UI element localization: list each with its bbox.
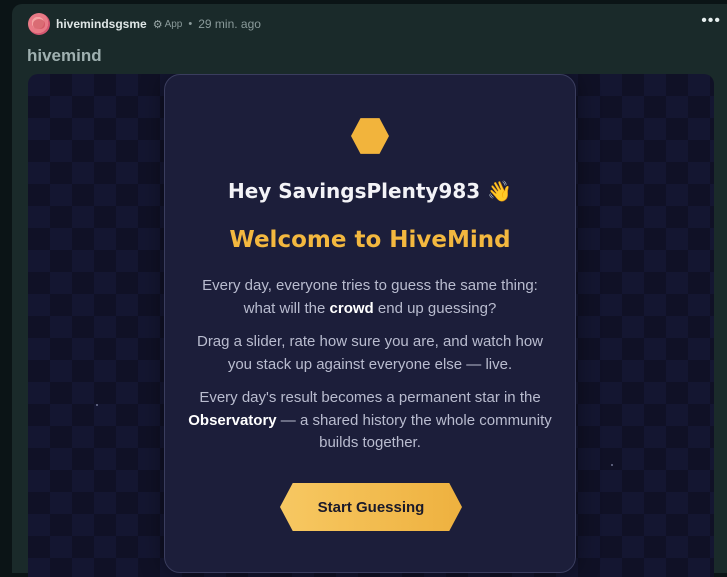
intro-paragraph: Every day, everyone tries to guess the s… <box>202 277 538 317</box>
hexagon-logo-icon <box>351 118 389 154</box>
star-decoration <box>96 404 98 406</box>
username[interactable]: hivemindsgsme <box>56 17 147 31</box>
separator-dot: • <box>188 18 193 30</box>
observatory-paragraph: Every day's result becomes a permanent s… <box>188 389 552 451</box>
start-guessing-button[interactable]: Start Guessing <box>280 483 462 531</box>
post-title[interactable]: hivemind <box>27 46 102 66</box>
observatory-emphasis: Observatory <box>188 411 277 429</box>
app-badge: ⚙ App <box>153 18 183 31</box>
welcome-title: Welcome to HiveMind <box>229 227 511 253</box>
app-badge-label: App <box>164 18 183 30</box>
instructions-paragraph: Drag a slider, rate how sure you are, an… <box>196 333 544 373</box>
more-options-icon[interactable]: ••• <box>701 13 721 29</box>
post-container: hivemindsgsme ⚙ App • 29 min. ago ••• hi… <box>12 4 727 577</box>
post-header: hivemindsgsme ⚙ App • 29 min. ago <box>28 10 261 38</box>
post-timestamp: 29 min. ago <box>198 17 261 31</box>
crowd-emphasis: crowd <box>329 299 374 317</box>
welcome-card: Hey SavingsPlenty983 👋 Welcome to HiveMi… <box>164 74 576 573</box>
greeting-heading: Hey SavingsPlenty983 👋 <box>227 179 513 203</box>
avatar-icon[interactable] <box>28 13 50 35</box>
app-embed: Hey SavingsPlenty983 👋 Welcome to HiveMi… <box>28 74 714 577</box>
gear-icon: ⚙ <box>152 18 163 31</box>
star-decoration <box>611 464 613 466</box>
